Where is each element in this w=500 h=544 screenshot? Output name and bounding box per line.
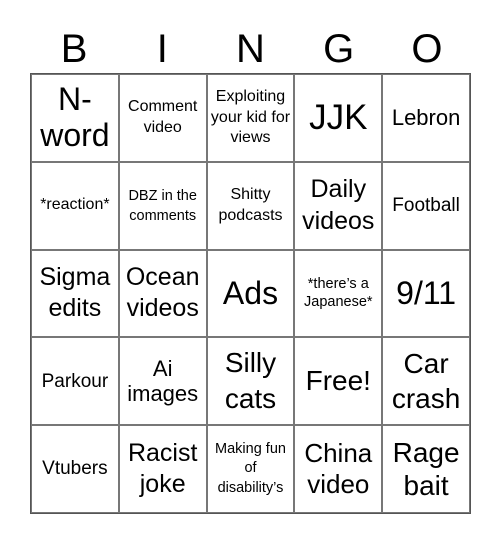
bingo-cell free-space[interactable]: Free! <box>294 337 383 426</box>
bingo-cell[interactable]: Ads <box>206 249 295 338</box>
bingo-cell[interactable]: N-word <box>31 74 119 162</box>
header-letter-g: G <box>323 27 355 71</box>
bingo-cell[interactable]: Ai images <box>118 337 207 426</box>
header-letter-b: B <box>60 27 88 71</box>
bingo-cell[interactable]: Vtubers <box>31 425 119 513</box>
bingo-cell[interactable]: *reaction* <box>31 161 119 250</box>
bingo-cell[interactable]: Ocean videos <box>118 249 207 338</box>
bingo-cell[interactable]: Shitty podcasts <box>206 161 295 250</box>
bingo-cell[interactable]: China video <box>294 425 383 513</box>
bingo-cell[interactable]: DBZ in the comments <box>118 161 207 250</box>
bingo-cell[interactable]: Parkour <box>31 337 119 426</box>
bingo-cell[interactable]: Comment video <box>118 74 207 162</box>
header-letter-o: O <box>411 27 443 71</box>
header-letter-i: I <box>156 27 168 71</box>
bingo-cell[interactable]: Racist joke <box>118 425 207 513</box>
bingo-cell[interactable]: Rage bait <box>382 425 470 513</box>
bingo-cell[interactable]: Exploiting your kid for views <box>206 74 295 162</box>
bingo-cell[interactable]: Car crash <box>382 337 470 426</box>
bingo-cell[interactable]: Silly cats <box>206 337 295 426</box>
bingo-cell[interactable]: Daily videos <box>294 161 383 250</box>
bingo-cell[interactable]: Sigma edits <box>31 249 119 338</box>
bingo-header: B I N G O <box>30 26 471 72</box>
bingo-cell[interactable]: Football <box>382 161 470 250</box>
bingo-cell[interactable]: 9/11 <box>382 249 470 338</box>
bingo-cell[interactable]: *there’s a Japanese* <box>294 249 383 338</box>
bingo-cell[interactable]: JJK <box>294 74 383 162</box>
bingo-cell[interactable]: Making fun of disability’s <box>206 425 295 513</box>
bingo-cell[interactable]: Lebron <box>382 74 470 162</box>
bingo-grid: N-word Comment video Exploiting your kid… <box>30 73 471 514</box>
header-letter-n: N <box>236 27 265 71</box>
